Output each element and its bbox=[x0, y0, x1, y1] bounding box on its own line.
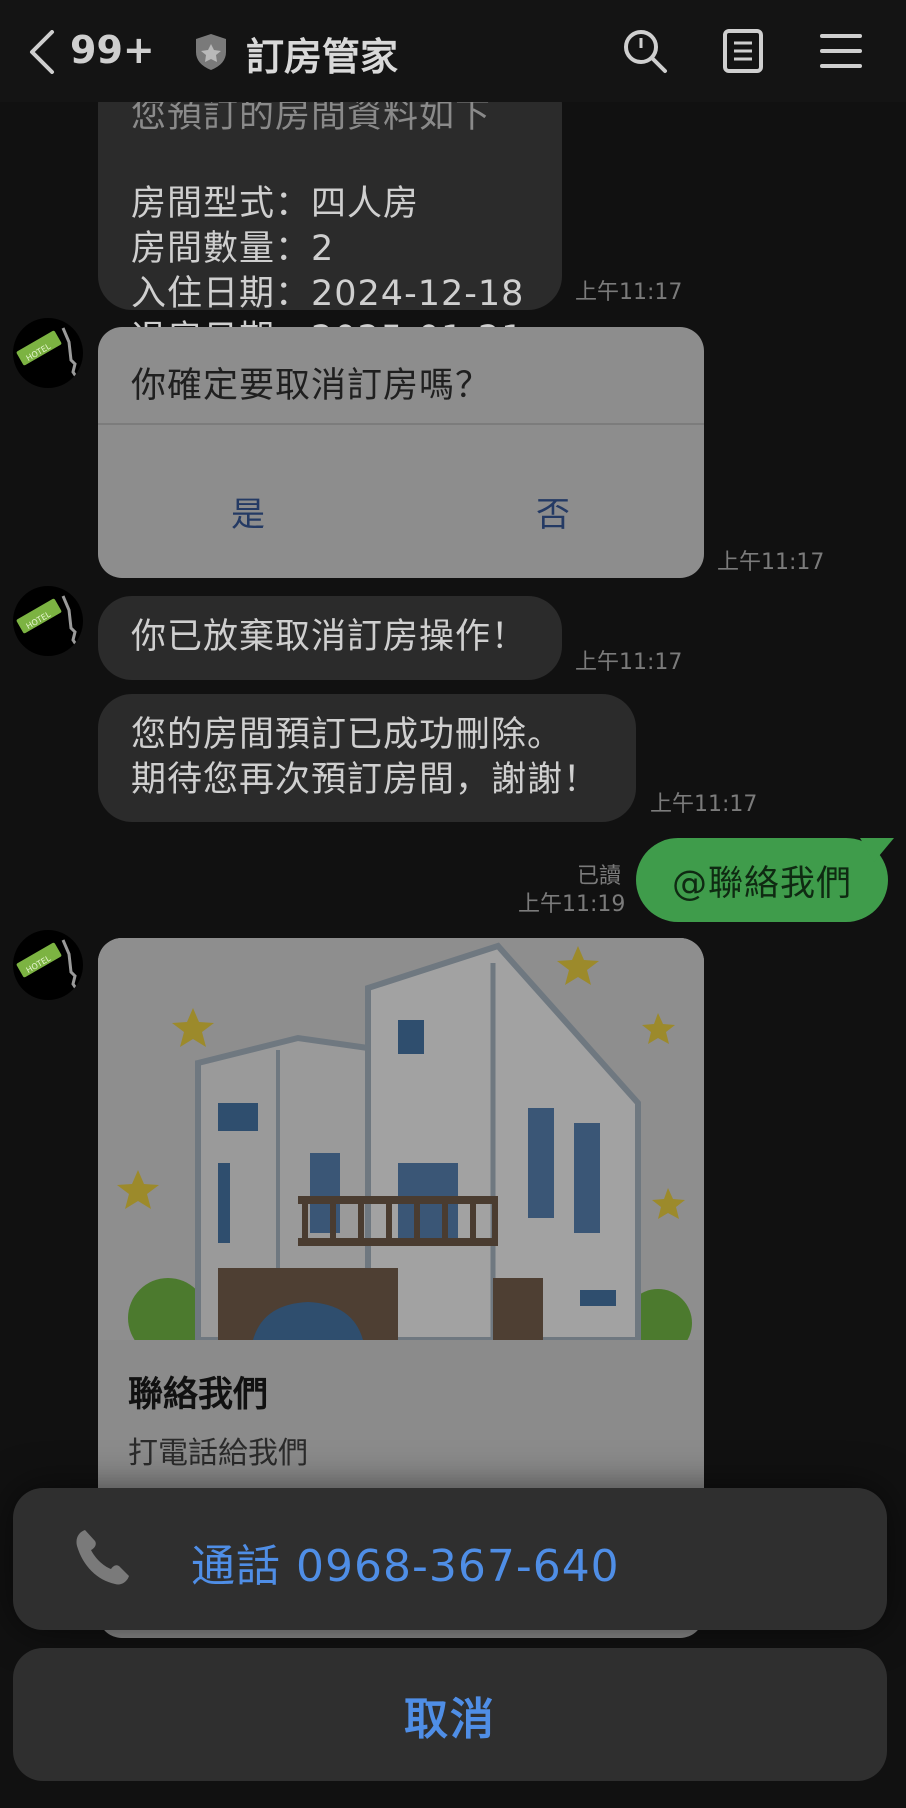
search-icon[interactable] bbox=[622, 28, 668, 74]
bot-avatar[interactable]: HOTEL bbox=[13, 318, 83, 388]
sent-message-bubble[interactable]: @聯絡我們 bbox=[636, 838, 888, 922]
confirm-cancel-card: 你確定要取消訂房嗎？ 是 否 bbox=[98, 327, 704, 578]
call-action[interactable]: 通話 0968-367-640 bbox=[13, 1488, 887, 1630]
booking-room-count: 房間數量：2 bbox=[131, 229, 335, 269]
message-time: 上午11:19 bbox=[518, 892, 626, 917]
abandon-text: 你已放棄取消訂房操作！ bbox=[131, 617, 528, 657]
cancel-button[interactable]: 取消 bbox=[13, 1648, 887, 1781]
call-label: 通話 0968-367-640 bbox=[191, 1541, 620, 1592]
card-title: 聯絡我們 bbox=[128, 1375, 269, 1415]
notes-icon[interactable] bbox=[722, 28, 764, 74]
building-illustration bbox=[98, 938, 704, 1340]
deleted-line-1: 您的房間預訂已成功刪除。 bbox=[131, 715, 564, 755]
confirm-yes-button[interactable]: 是 bbox=[231, 487, 265, 536]
official-shield-icon bbox=[196, 34, 226, 70]
hotel-key-icon: HOTEL bbox=[16, 939, 79, 991]
divider bbox=[98, 423, 704, 425]
back-chevron-icon[interactable] bbox=[28, 30, 56, 74]
hotel-key-icon: HOTEL bbox=[16, 327, 79, 379]
message-time: 上午11:17 bbox=[575, 650, 683, 675]
card-subtitle: 打電話給我們 bbox=[128, 1436, 308, 1471]
deleted-line-2: 期待您再次預訂房間，謝謝！ bbox=[131, 760, 600, 800]
menu-icon[interactable] bbox=[820, 28, 862, 74]
deleted-message-bubble: 您的房間預訂已成功刪除。 期待您再次預訂房間，謝謝！ bbox=[98, 694, 636, 822]
message-time: 上午11:17 bbox=[717, 550, 825, 575]
chat-title: 訂房管家 bbox=[246, 35, 399, 79]
bot-avatar[interactable]: HOTEL bbox=[13, 586, 83, 656]
hotel-key-icon: HOTEL bbox=[16, 595, 79, 647]
booking-room-type: 房間型式：四人房 bbox=[131, 184, 420, 224]
abandon-message-bubble: 你已放棄取消訂房操作！ bbox=[98, 596, 562, 680]
bubble-tail bbox=[860, 838, 894, 862]
booking-details-bubble: 您預訂的房間資料如下 房間型式：四人房 房間數量：2 入住日期：2024-12-… bbox=[98, 70, 562, 359]
message-time: 上午11:17 bbox=[650, 792, 758, 817]
bot-avatar[interactable]: HOTEL bbox=[13, 930, 83, 1000]
confirm-question: 你確定要取消訂房嗎？ bbox=[131, 366, 492, 406]
booking-checkin: 入住日期：2024-12-18 bbox=[131, 274, 525, 314]
phone-icon bbox=[76, 1530, 129, 1585]
unread-count[interactable]: 99+ bbox=[70, 28, 155, 72]
message-time: 上午11:17 bbox=[575, 280, 683, 305]
chat-header: 99+ 訂房管家 bbox=[0, 0, 906, 102]
confirm-no-button[interactable]: 否 bbox=[536, 487, 570, 536]
